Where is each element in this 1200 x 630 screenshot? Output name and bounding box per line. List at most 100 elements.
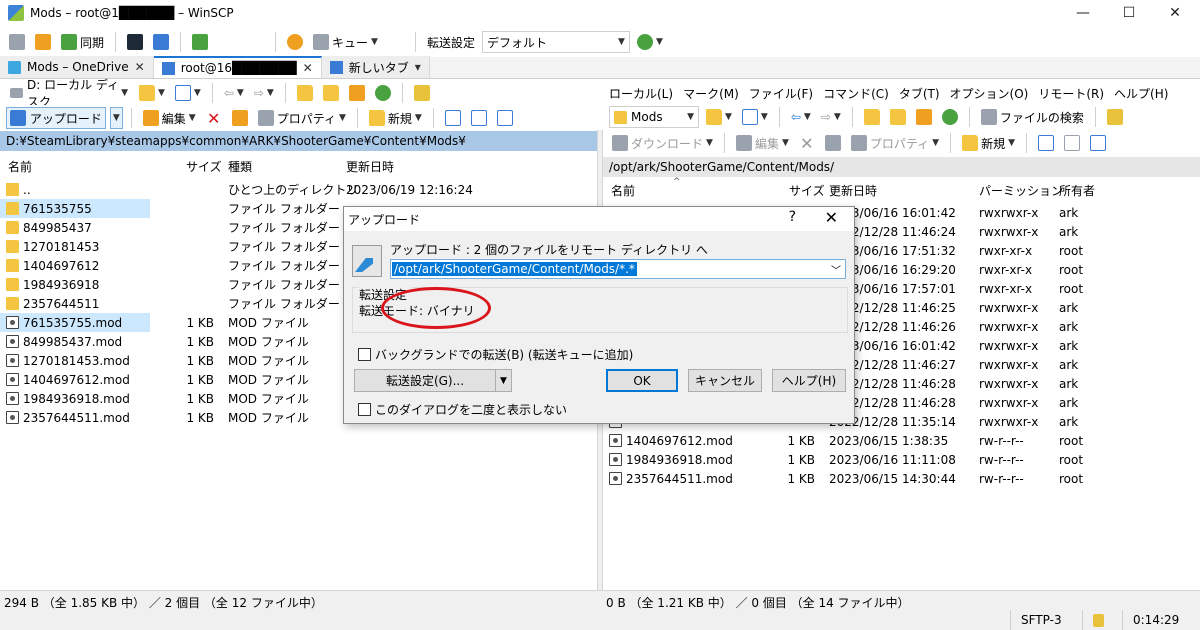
chevron-down-icon[interactable]: ▼ [495, 370, 511, 391]
root-dir-button[interactable] [887, 106, 909, 128]
menu-help[interactable]: ヘルプ(H) [1114, 85, 1168, 102]
unselect-button[interactable] [468, 107, 490, 129]
transfer-settings-button[interactable]: 転送設定(G)... ▼ [354, 369, 512, 392]
filter-button[interactable]: ▼ [739, 106, 771, 128]
parent-dir-button[interactable] [861, 106, 883, 128]
preferences-button[interactable] [284, 31, 306, 53]
delete-icon[interactable]: ✕ [796, 132, 818, 154]
file-permissions: rwxrwxr-x [979, 395, 1039, 410]
ok-button[interactable]: OK [606, 369, 678, 392]
home-button[interactable] [346, 82, 368, 104]
table-row[interactable]: .. ひとつ上のディレクトリ 2023/06/19 12:16:24 [0, 180, 597, 199]
menu-tab[interactable]: タブ(T) [899, 85, 940, 102]
local-drive-select[interactable]: D: ローカル ディスク ▼ [6, 78, 132, 109]
column-modified[interactable]: 更新日時 [346, 155, 394, 177]
background-transfer-checkbox[interactable]: バックグランドでの転送(B) (転送キューに追加) [358, 346, 633, 363]
menu-options[interactable]: オプション(O) [950, 85, 1029, 102]
column-permissions[interactable]: パーミッション [979, 179, 1063, 201]
open-folder-button[interactable]: ▼ [703, 106, 735, 128]
parent-dir-button[interactable] [294, 82, 316, 104]
tree-toggle-button[interactable] [411, 82, 433, 104]
help-icon[interactable]: ? [789, 209, 796, 225]
refresh-session-button[interactable] [189, 31, 211, 53]
tab-remote-session[interactable]: root@16███████ ✕ [153, 56, 322, 78]
rename-button[interactable] [822, 132, 844, 154]
column-type[interactable]: 種類 [228, 155, 252, 177]
maximize-icon[interactable]: ☐ [1106, 0, 1152, 26]
menu-file[interactable]: ファイル(F) [749, 85, 813, 102]
tab-new[interactable]: 新しいタブ ▾ [321, 56, 430, 78]
column-owner[interactable]: 所有者 [1059, 179, 1095, 201]
tree-toggle-button[interactable] [1104, 106, 1126, 128]
local-path-bar[interactable]: D:¥SteamLibrary¥steamapps¥common¥ARK¥Sho… [0, 131, 597, 151]
minimize-icon[interactable]: — [1060, 0, 1106, 26]
find-files-button[interactable]: ファイルの検索 [978, 106, 1087, 128]
select-all-button[interactable] [442, 107, 464, 129]
checkbox-box[interactable] [358, 348, 371, 361]
upload-button[interactable]: アップロード [6, 107, 106, 129]
file-owner: ark [1059, 224, 1079, 239]
chevron-down-icon[interactable]: ▾ [415, 60, 421, 74]
column-size[interactable]: サイズ [186, 155, 222, 177]
transfer-preset-menu-button[interactable]: ▼ [634, 31, 666, 53]
putty-button[interactable] [150, 31, 172, 53]
column-name[interactable]: 名前 [8, 155, 32, 177]
chevron-down-icon[interactable]: ﹀ [831, 262, 841, 277]
dont-show-again-checkbox[interactable]: このダイアログを二度と表示しない [358, 401, 567, 418]
forward-button[interactable]: ⇨ ▼ [251, 82, 277, 104]
new-button[interactable]: 新規 ▼ [959, 132, 1018, 154]
filter-button[interactable]: ▼ [172, 82, 204, 104]
menu-local[interactable]: ローカル(L) [609, 85, 673, 102]
table-row[interactable]: 1984936918.mod 1 KB 2023/06/16 11:11:08 rw-… [603, 450, 1200, 469]
table-row[interactable]: 1404697612.mod 1 KB 2023/06/15 1:38:35 rw-r… [603, 431, 1200, 450]
lock-icon [1082, 610, 1122, 630]
refresh-button[interactable] [939, 106, 961, 128]
close-tab-icon[interactable]: ✕ [303, 61, 313, 75]
remote-path-bar[interactable]: /opt/ark/ShooterGame/Content/Mods/ [603, 157, 1200, 177]
queue-button[interactable]: キュー ▼ [310, 31, 381, 53]
target-directory-input[interactable]: /opt/ark/ShooterGame/Content/Mods/*.* ﹀ [390, 259, 846, 279]
properties-button[interactable]: プロパティ ▼ [848, 132, 942, 154]
filter-select-button[interactable] [1087, 132, 1109, 154]
column-size[interactable]: サイズ [789, 179, 825, 201]
forward-button[interactable]: ⇨ ▼ [818, 106, 844, 128]
download-button[interactable]: ダウンロード ▼ [609, 132, 716, 154]
open-folder-button[interactable]: ▼ [136, 82, 168, 104]
column-modified[interactable]: 更新日時 [829, 179, 877, 201]
back-button[interactable]: ⇦ ▼ [788, 106, 814, 128]
menu-remote[interactable]: リモート(R) [1038, 85, 1104, 102]
synchronize-button[interactable] [32, 31, 54, 53]
close-icon[interactable]: ✕ [825, 208, 838, 227]
new-button[interactable]: 新規 ▼ [366, 107, 425, 129]
upload-menu-button[interactable]: ▼ [109, 107, 123, 129]
compare-dirs-button[interactable] [6, 31, 28, 53]
unselect-button[interactable] [1061, 132, 1083, 154]
transfer-preset-select[interactable]: デフォルト ▼ [481, 31, 630, 53]
edit-button[interactable]: 編集 ▼ [140, 107, 199, 129]
root-dir-button[interactable] [320, 82, 342, 104]
help-button[interactable]: ヘルプ(H) [772, 369, 846, 392]
filter-select-button[interactable] [494, 107, 516, 129]
checkbox-box[interactable] [358, 403, 371, 416]
edit-label: 編集 [161, 111, 186, 126]
remote-dir-select[interactable]: Mods ▼ [609, 106, 699, 128]
sync-button[interactable]: 同期 [58, 31, 107, 53]
rename-button[interactable] [229, 107, 251, 129]
menu-command[interactable]: コマンド(C) [823, 85, 889, 102]
home-button[interactable] [913, 106, 935, 128]
tab-local-onedrive[interactable]: Mods – OneDrive ✕ [0, 56, 154, 78]
terminal-button[interactable] [124, 31, 146, 53]
delete-icon[interactable]: ✕ [203, 107, 225, 129]
column-name[interactable]: 名前 [611, 179, 635, 201]
refresh-button[interactable] [372, 82, 394, 104]
close-icon[interactable]: ✕ [1152, 0, 1198, 26]
file-name: 1984936918.mod [23, 391, 130, 406]
properties-button[interactable]: プロパティ ▼ [255, 107, 349, 129]
edit-button[interactable]: 編集 ▼ [733, 132, 792, 154]
select-all-button[interactable] [1035, 132, 1057, 154]
menu-mark[interactable]: マーク(M) [683, 85, 739, 102]
cancel-button[interactable]: キャンセル [688, 369, 762, 392]
table-row[interactable]: 2357644511.mod 1 KB 2023/06/15 14:30:44 rw-… [603, 469, 1200, 488]
close-tab-icon[interactable]: ✕ [135, 60, 145, 74]
back-button[interactable]: ⇦ ▼ [221, 82, 247, 104]
